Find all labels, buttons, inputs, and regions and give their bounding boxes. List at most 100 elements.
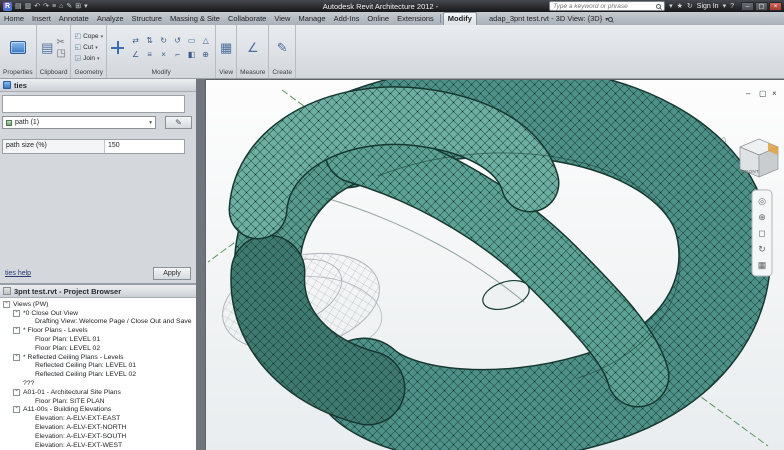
split-icon[interactable]: △ [199, 34, 212, 47]
align-icon[interactable]: ⇄ [129, 34, 142, 47]
tree-item[interactable]: -* Floor Plans - Levels [0, 326, 196, 335]
rotate-icon[interactable]: ↻ [157, 34, 170, 47]
type-selector-preview[interactable] [2, 95, 185, 113]
tree-item[interactable]: Elevation: A-ELV-EXT-SOUTH [0, 432, 196, 441]
offset-icon[interactable]: ⇅ [143, 34, 156, 47]
view-options-icon[interactable]: ▦ [758, 260, 767, 270]
tree-item[interactable]: Floor Plan: LEVEL 02 [0, 344, 196, 353]
3d-viewport-canvas[interactable]: – ▢ × ⌂ FRONT ◎ ⊕ ◻ ↻ ▦ [206, 80, 784, 450]
tab-insert[interactable]: Insert [28, 13, 55, 25]
tree-expander-icon[interactable] [25, 371, 32, 378]
qat-save-icon[interactable]: ▤ [15, 3, 22, 10]
move-icon[interactable] [110, 40, 125, 55]
view-button[interactable]: ▦ [220, 41, 232, 55]
tab-collaborate[interactable]: Collaborate [224, 13, 270, 25]
tree-item[interactable]: Reflected Ceiling Plan: LEVEL 02 [0, 370, 196, 379]
tree-item[interactable]: ??? [0, 379, 196, 388]
trim-icon[interactable]: ▭ [185, 34, 198, 47]
parameter-value-field[interactable]: 150 [105, 140, 184, 153]
close-button[interactable]: × [769, 2, 782, 11]
favorites-star-icon[interactable]: ★ [677, 3, 683, 10]
communication-center-icon[interactable]: ↻ [687, 3, 693, 10]
tree-item[interactable]: Elevation: A-ELV-EXT-WEST [0, 441, 196, 450]
tab-manage[interactable]: Manage [294, 13, 329, 25]
cut-button[interactable]: ◱ Cut ▾ [74, 42, 103, 53]
qat-edit-icon[interactable]: ✎ [66, 3, 72, 10]
tab-massing-site[interactable]: Massing & Site [166, 13, 224, 25]
search-icon[interactable] [656, 4, 661, 9]
view-minimize-icon[interactable]: – [746, 89, 751, 98]
tree-expander-icon[interactable] [25, 336, 32, 343]
qat-customize-arrow-icon[interactable]: ▾ [84, 3, 88, 10]
join-button[interactable]: ◲ Join ▾ [74, 53, 103, 64]
viewcube-front-label[interactable]: FRONT [742, 169, 759, 174]
tree-expander-icon[interactable] [25, 415, 32, 422]
qat-open-icon[interactable]: ▥ [25, 3, 32, 10]
maximize-button[interactable]: ▢ [755, 2, 768, 11]
properties-palette-header[interactable]: ties [0, 79, 196, 92]
delete-icon[interactable]: × [157, 48, 170, 61]
combo-arrow-icon[interactable]: ▾ [149, 120, 152, 126]
join-geometry-icon[interactable]: ⊕ [199, 48, 212, 61]
revit-logo-icon[interactable]: R [3, 2, 12, 11]
tab-add-ins[interactable]: Add-Ins [330, 13, 364, 25]
zoom-icon[interactable]: ⊕ [758, 212, 766, 222]
cut-to-clipboard-icon[interactable]: ✂ [56, 37, 65, 48]
tree-expander-icon[interactable]: - [13, 327, 20, 334]
tree-item[interactable]: Elevation: A-ELV-EXT-EAST [0, 414, 196, 423]
tree-expander-icon[interactable]: - [13, 389, 20, 396]
tree-expander-icon[interactable] [25, 398, 32, 405]
sign-in-button[interactable]: Sign In [697, 3, 719, 10]
edit-type-button[interactable]: ✎ [165, 116, 192, 129]
tree-expander-icon[interactable] [13, 380, 20, 387]
apply-button[interactable]: Apply [153, 267, 191, 280]
help-icon[interactable]: ? [730, 3, 734, 10]
tree-expander-icon[interactable] [25, 318, 32, 325]
type-selector-combo[interactable]: path (1) ▾ [2, 116, 156, 129]
3d-view-window[interactable]: – ▢ × ⌂ FRONT ◎ ⊕ ◻ ↻ ▦ [205, 79, 784, 450]
tab-annotate[interactable]: Annotate [55, 13, 93, 25]
tree-expander-icon[interactable] [25, 362, 32, 369]
tree-expander-icon[interactable] [25, 442, 32, 449]
steering-wheel-icon[interactable]: ◎ [758, 196, 766, 206]
paste-icon[interactable]: ▤ [41, 41, 53, 55]
tab-analyze[interactable]: Analyze [93, 13, 128, 25]
qat-home-icon[interactable]: ⌂ [59, 3, 63, 10]
infocenter-search-box[interactable] [549, 1, 665, 11]
measure-button[interactable]: ∠ [247, 41, 259, 55]
view-close-icon[interactable]: × [772, 89, 777, 98]
copy-icon[interactable]: ◳ [56, 48, 65, 59]
tree-item[interactable]: Elevation: A-ELV-EXT-NORTH [0, 423, 196, 432]
qat-window-icon[interactable]: ⊞ [75, 3, 81, 10]
tree-expander-icon[interactable]: - [3, 301, 10, 308]
tree-item[interactable]: Drafting View: Welcome Page / Close Out … [0, 318, 196, 327]
cope-button[interactable]: ◰ Cope ▾ [74, 31, 103, 42]
qat-print-icon[interactable]: ≡ [52, 3, 56, 10]
tree-item[interactable]: -A11-00s - Building Elevations [0, 406, 196, 415]
qat-undo-icon[interactable]: ↶ [34, 3, 40, 10]
tree-item[interactable]: Floor Plan: LEVEL 01 [0, 335, 196, 344]
properties-button[interactable] [10, 41, 26, 54]
tree-item[interactable]: Reflected Ceiling Plan: LEVEL 01 [0, 362, 196, 371]
tab-extensions[interactable]: Extensions [393, 13, 438, 25]
tab-modify[interactable]: Modify [443, 12, 477, 25]
unpin-icon[interactable]: ◧ [185, 48, 198, 61]
properties-help-link[interactable]: ties help [5, 270, 31, 277]
view-restore-icon[interactable]: ▢ [759, 89, 767, 98]
sign-in-arrow-icon[interactable]: ▾ [723, 3, 727, 10]
tree-expander-icon[interactable]: - [13, 354, 20, 361]
pan-icon[interactable]: ◻ [758, 228, 765, 238]
tab-online[interactable]: Online [363, 13, 393, 25]
project-browser-header[interactable]: 3pnt test.rvt - Project Browser [0, 285, 196, 298]
viewcube-home-icon[interactable]: ⌂ [721, 134, 726, 144]
doc-search-icon[interactable] [608, 17, 613, 22]
tree-expander-icon[interactable]: - [13, 310, 20, 317]
tab-home[interactable]: Home [0, 13, 28, 25]
tree-item[interactable]: -* Reflected Ceiling Plans - Levels [0, 353, 196, 362]
tree-expander-icon[interactable] [25, 345, 32, 352]
tree-item[interactable]: Floor Plan: SITE PLAN [0, 397, 196, 406]
search-options-arrow-icon[interactable]: ▾ [669, 3, 673, 10]
mirror-icon[interactable]: ↺ [171, 34, 184, 47]
tree-item-views[interactable]: -Views (PW) [0, 300, 196, 309]
scale-icon[interactable]: ≡ [143, 48, 156, 61]
